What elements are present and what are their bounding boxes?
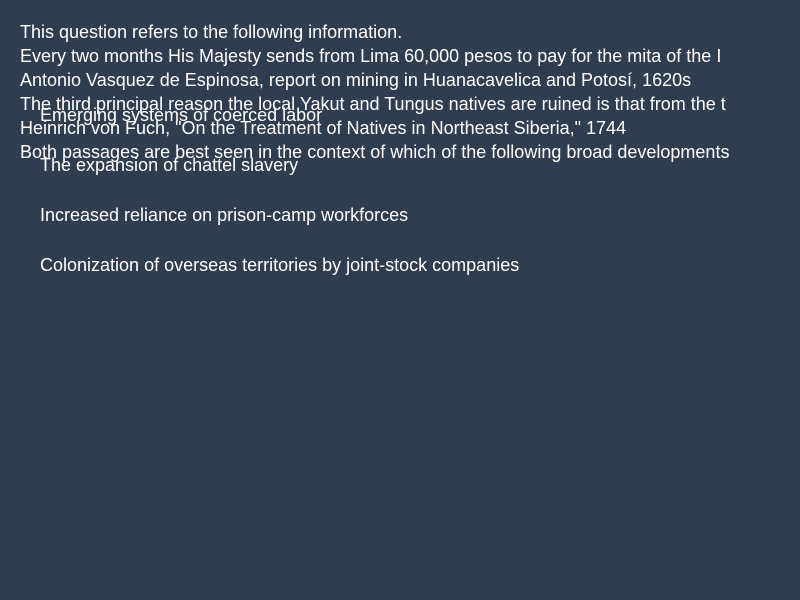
answer-option-c[interactable]: Increased reliance on prison-camp workfo… (40, 203, 408, 227)
answer-option-b[interactable]: The expansion of chattel slavery (40, 153, 298, 177)
passage-1-text: Every two months His Majesty sends from … (20, 46, 722, 66)
question-intro: This question refers to the following in… (20, 22, 403, 42)
answer-option-a[interactable]: Emerging systems of coerced labor (40, 103, 322, 127)
question-page: This question refers to the following in… (0, 0, 800, 600)
passage-1-source: Antonio Vasquez de Espinosa, report on m… (20, 70, 692, 90)
answer-option-d[interactable]: Colonization of overseas territories by … (40, 253, 519, 277)
